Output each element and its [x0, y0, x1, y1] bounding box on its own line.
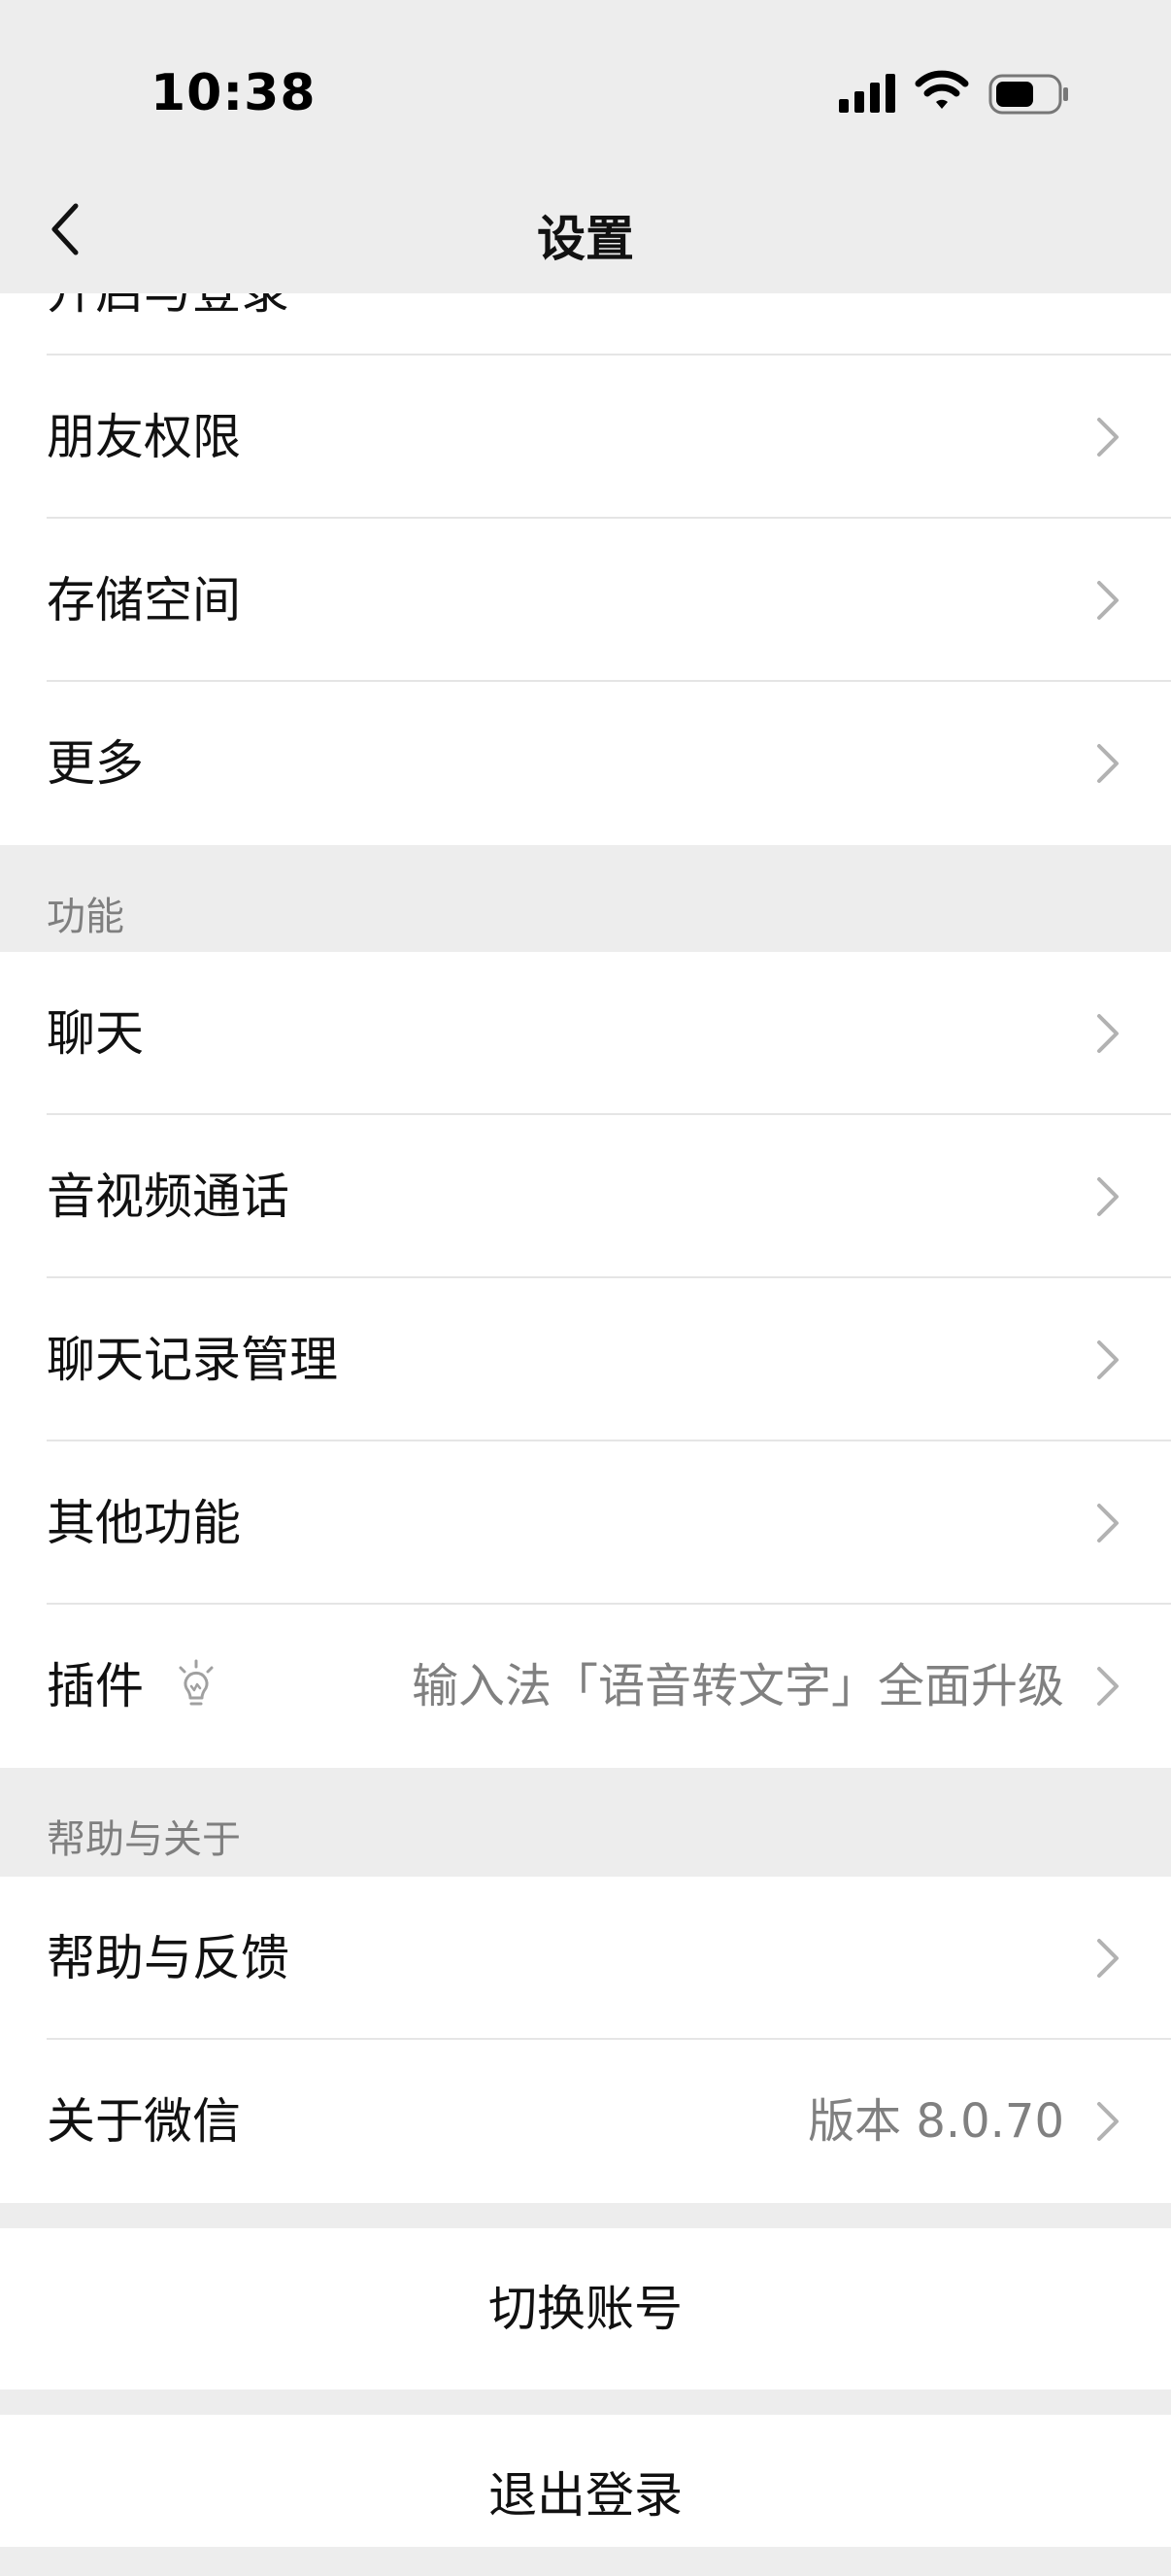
list-item-label: 聊天	[47, 1005, 144, 1062]
list-item-label: 聊天记录管理	[47, 1332, 338, 1388]
list-item-label: 存储空间	[47, 572, 241, 628]
chevron-right-icon	[1097, 1667, 1119, 1706]
settings-group-privacy: 开启与登录 朋友权限 存储空间 更多	[0, 293, 1171, 845]
list-item-audio-video-call[interactable]: 音视频通话	[0, 1115, 1171, 1278]
list-item-label: 关于微信	[47, 2093, 241, 2150]
chevron-right-icon	[1097, 581, 1119, 620]
list-item-friend-permissions[interactable]: 朋友权限	[0, 356, 1171, 519]
settings-group-help-about: 帮助与反馈 关于微信 版本 8.0.70	[0, 1877, 1171, 2203]
settings-group-function: 聊天 音视频通话 聊天记录管理 其他功能 插件 输入法「语音转文字」全面升级	[0, 952, 1171, 1768]
section-header-help-about: 帮助与关于	[47, 1817, 241, 1862]
chevron-right-icon	[1097, 1177, 1119, 1216]
battery-icon	[988, 74, 1068, 115]
list-item-label: 开启与登录	[47, 293, 289, 340]
list-item-chat[interactable]: 聊天	[0, 952, 1171, 1115]
list-item-label: 朋友权限	[47, 409, 241, 465]
list-item-other-features[interactable]: 其他功能	[0, 1441, 1171, 1605]
list-item-help-feedback[interactable]: 帮助与反馈	[0, 1877, 1171, 2040]
chevron-right-icon	[1097, 1014, 1119, 1053]
plugin-promo-text: 输入法「语音转文字」全面升级	[411, 1659, 1064, 1713]
list-item-partial[interactable]: 开启与登录	[0, 293, 1171, 356]
status-time: 10:38	[151, 64, 317, 122]
wifi-icon	[915, 70, 969, 109]
section-header-function: 功能	[47, 895, 124, 939]
chevron-right-icon	[1097, 418, 1119, 457]
cellular-signal-icon	[839, 74, 895, 113]
chevron-right-icon	[1097, 1340, 1119, 1379]
logout-button[interactable]: 退出登录	[0, 2415, 1171, 2547]
settings-screen: 10:38 设置 开启与登录 朋友权限	[0, 0, 1171, 2547]
list-item-chat-history[interactable]: 聊天记录管理	[0, 1278, 1171, 1441]
version-text: 版本 8.0.70	[808, 2094, 1064, 2149]
list-item-label: 更多	[47, 735, 144, 792]
switch-account-button[interactable]: 切换账号	[0, 2228, 1171, 2390]
list-item-label: 其他功能	[47, 1495, 241, 1551]
list-item-storage[interactable]: 存储空间	[0, 519, 1171, 682]
list-item-plugins[interactable]: 插件 输入法「语音转文字」全面升级	[0, 1605, 1171, 1768]
list-item-more[interactable]: 更多	[0, 682, 1171, 845]
list-item-label: 帮助与反馈	[47, 1930, 289, 1986]
chevron-right-icon	[1097, 2102, 1119, 2141]
chevron-right-icon	[1097, 1504, 1119, 1542]
list-item-label: 音视频通话	[47, 1169, 289, 1225]
chevron-right-icon	[1097, 744, 1119, 783]
list-item-label: 插件	[47, 1658, 144, 1714]
page-title: 设置	[537, 211, 634, 267]
chevron-right-icon	[1097, 1939, 1119, 1978]
list-item-about-wechat[interactable]: 关于微信 版本 8.0.70	[0, 2040, 1171, 2203]
status-bar: 10:38	[0, 0, 1171, 175]
navigation-bar: 设置	[0, 175, 1171, 293]
lightbulb-icon	[179, 1659, 214, 1706]
